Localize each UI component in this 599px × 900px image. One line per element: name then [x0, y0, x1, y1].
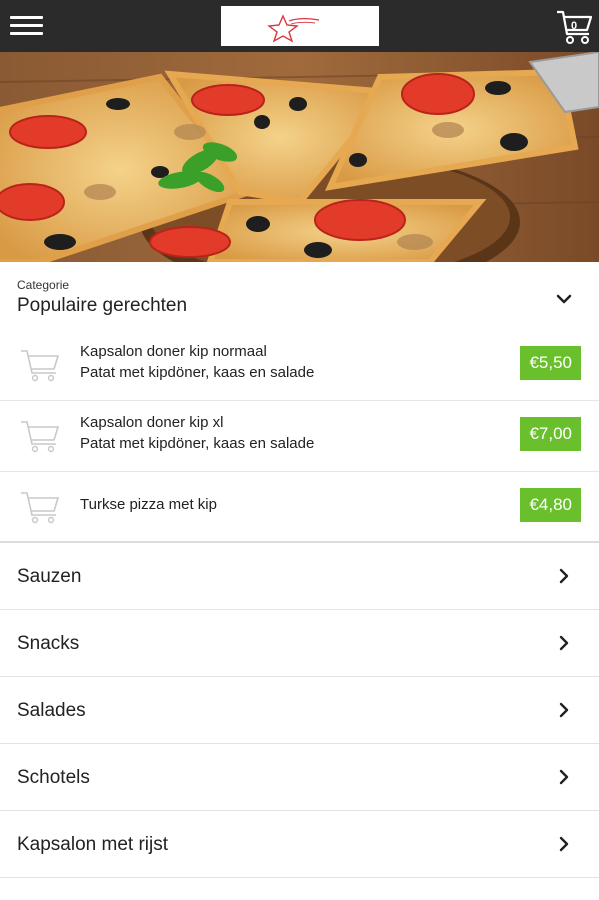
chevron-right-icon: [559, 702, 569, 718]
top-bar: 0: [0, 0, 599, 52]
chevron-down-icon[interactable]: [553, 288, 575, 310]
list-item[interactable]: Turkse pizza met kip €4,80: [0, 472, 599, 543]
chevron-right-icon: [559, 836, 569, 852]
hamburger-line: [10, 24, 43, 27]
hamburger-menu-button[interactable]: [10, 14, 44, 38]
item-description: Patat met kipdöner, kaas en salade: [80, 364, 315, 381]
item-description: Patat met kipdöner, kaas en salade: [80, 435, 315, 452]
cart-outline-icon: [21, 350, 60, 382]
item-name: Turkse pizza met kip: [80, 496, 217, 513]
cart-outline-icon: [21, 421, 60, 453]
category-row-label: Snacks: [17, 633, 80, 654]
cart-button[interactable]: 0: [555, 8, 595, 46]
price-button[interactable]: €4,80: [520, 488, 581, 522]
category-list: Sauzen Snacks Salades Schotels Kapsalon …: [0, 543, 599, 878]
cart-outline-icon: [21, 492, 60, 524]
hero-pizza-image: [0, 52, 599, 262]
category-row-salades[interactable]: Salades: [0, 677, 599, 744]
item-name: Kapsalon doner kip normaal: [80, 343, 267, 360]
category-row-schotels[interactable]: Schotels: [0, 744, 599, 811]
category-row-label: Schotels: [17, 767, 90, 788]
hamburger-line: [10, 32, 43, 35]
category-row-snacks[interactable]: Snacks: [0, 610, 599, 677]
price-button[interactable]: €5,50: [520, 346, 581, 380]
category-row-sauzen[interactable]: Sauzen: [0, 543, 599, 610]
category-row-label: Salades: [17, 700, 86, 721]
list-item[interactable]: Kapsalon doner kip normaal Patat met kip…: [0, 330, 599, 401]
category-header[interactable]: Categorie Populaire gerechten: [0, 262, 599, 332]
category-row-label: Sauzen: [17, 566, 82, 587]
chevron-right-icon: [559, 568, 569, 584]
list-item[interactable]: Kapsalon doner kip xl Patat met kipdöner…: [0, 401, 599, 472]
pizza-photo: [0, 52, 599, 262]
price-button[interactable]: €7,00: [520, 417, 581, 451]
popular-items-list: Kapsalon doner kip normaal Patat met kip…: [0, 330, 599, 543]
hamburger-icon: [10, 16, 43, 19]
category-label: Categorie: [17, 278, 70, 292]
category-title: Populaire gerechten: [17, 295, 188, 316]
restaurant-logo[interactable]: [221, 6, 379, 46]
cart-count-badge: 0: [570, 20, 578, 32]
chevron-right-icon: [559, 635, 569, 651]
category-row-kapsalon-met-rijst[interactable]: Kapsalon met rijst: [0, 811, 599, 878]
category-row-label: Kapsalon met rijst: [17, 834, 169, 855]
chevron-right-icon: [559, 769, 569, 785]
item-name: Kapsalon doner kip xl: [80, 414, 224, 431]
logo-star-icon: [267, 14, 320, 43]
